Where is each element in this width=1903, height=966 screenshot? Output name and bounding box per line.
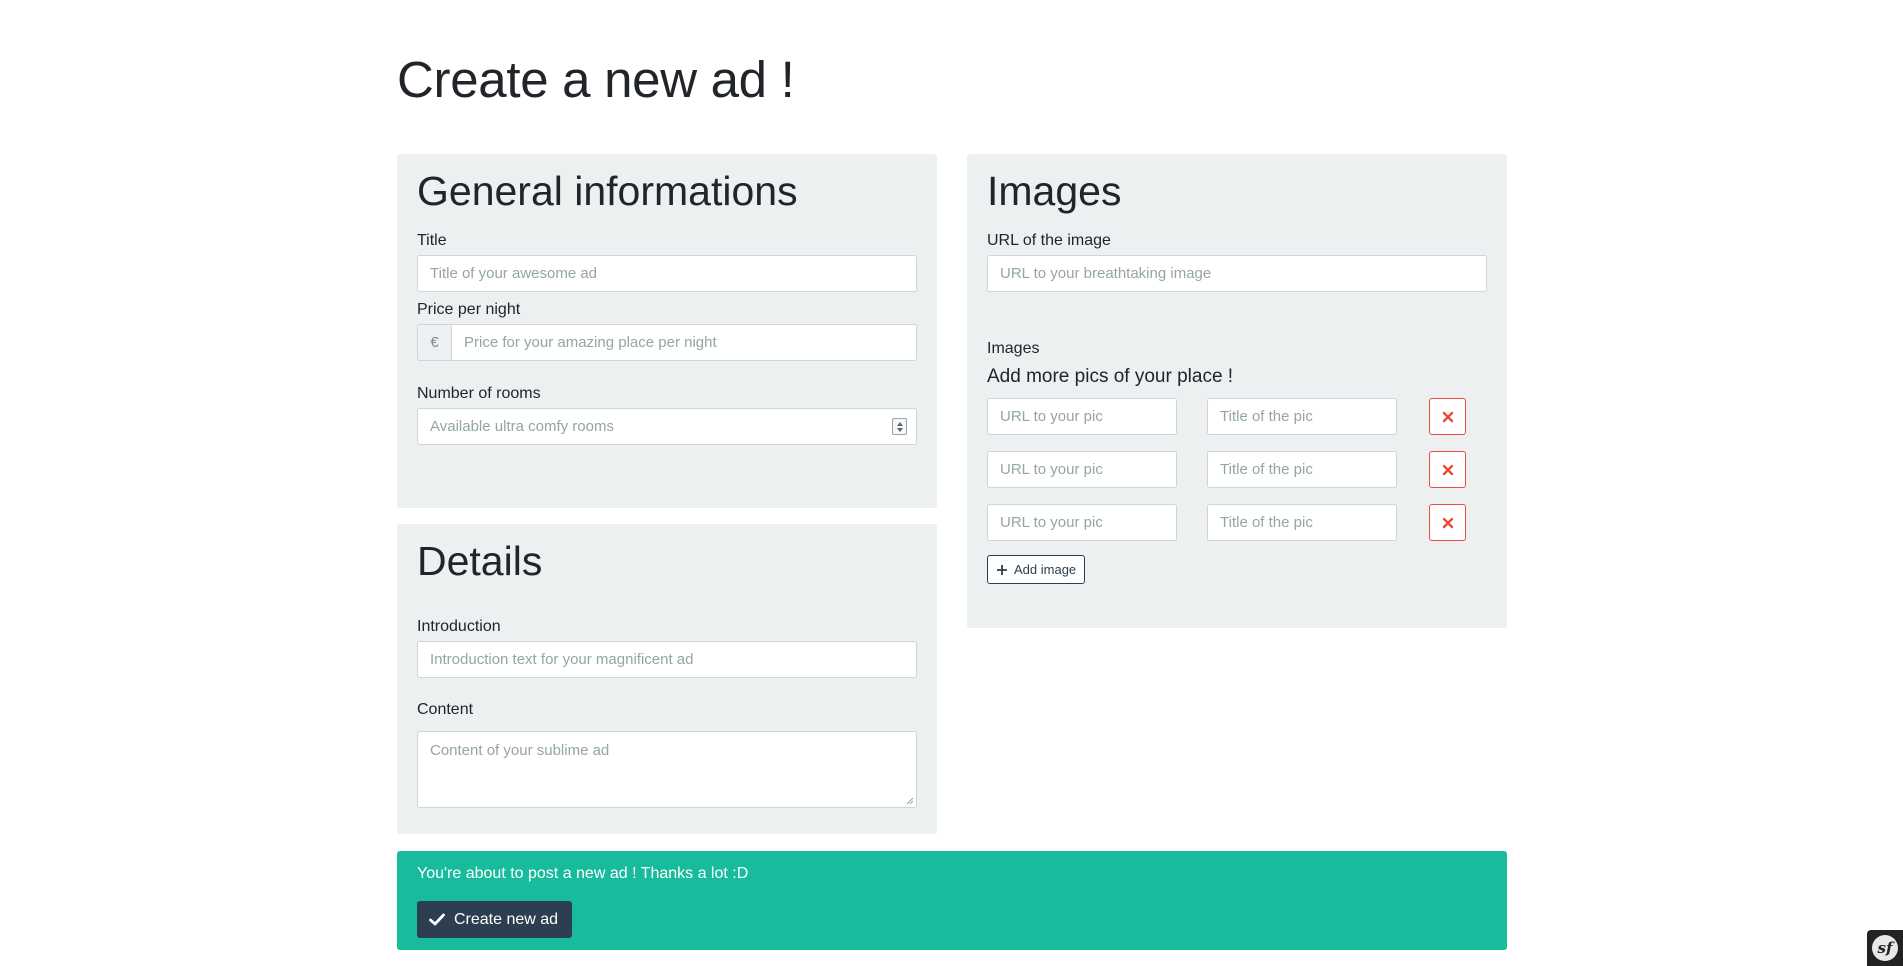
create-new-ad-button[interactable]: Create new ad xyxy=(417,901,573,938)
resize-grip-icon[interactable] xyxy=(906,797,914,805)
submit-alert: You're about to post a new ad ! Thanks a… xyxy=(397,851,1507,950)
details-heading: Details xyxy=(417,538,543,584)
content-field xyxy=(417,731,917,808)
plus-icon xyxy=(997,564,1007,575)
title-label: Title xyxy=(417,232,447,249)
images-heading: Images xyxy=(987,168,1122,214)
close-icon xyxy=(1442,464,1453,475)
cover-image-label: URL of the image xyxy=(987,232,1111,249)
image-row xyxy=(987,398,1467,435)
rooms-field xyxy=(417,408,917,445)
image-row xyxy=(987,451,1467,488)
close-icon xyxy=(1442,411,1453,422)
image-caption-input[interactable] xyxy=(1207,451,1397,488)
symfony-logo-icon: sf xyxy=(1872,935,1898,961)
euro-addon: € xyxy=(417,324,451,361)
image-caption-input[interactable] xyxy=(1207,398,1397,435)
title-input[interactable] xyxy=(417,255,917,292)
rooms-label: Number of rooms xyxy=(417,385,541,402)
price-input[interactable] xyxy=(451,324,917,361)
images-collection-label: Images xyxy=(987,340,1040,357)
image-url-input[interactable] xyxy=(987,451,1177,488)
alert-message: You're about to post a new ad ! Thanks a… xyxy=(417,865,749,882)
image-caption-input[interactable] xyxy=(1207,504,1397,541)
details-panel: Details Introduction Content xyxy=(397,524,937,834)
image-url-input[interactable] xyxy=(987,504,1177,541)
price-label: Price per night xyxy=(417,301,521,318)
delete-image-button[interactable] xyxy=(1429,451,1466,488)
add-image-label: Add image xyxy=(1014,562,1077,577)
delete-image-button[interactable] xyxy=(1429,504,1466,541)
general-informations-heading: General informations xyxy=(417,168,798,214)
image-url-input[interactable] xyxy=(987,398,1177,435)
general-informations-panel: General informations Title Price per nig… xyxy=(397,154,937,508)
image-row xyxy=(987,504,1467,541)
images-panel: Images URL of the image Images Add more … xyxy=(967,154,1507,628)
introduction-label: Introduction xyxy=(417,618,501,635)
check-icon xyxy=(429,913,445,926)
page-title: Create a new ad ! xyxy=(397,51,795,108)
rooms-input[interactable] xyxy=(417,408,917,445)
introduction-input[interactable] xyxy=(417,641,917,678)
rooms-spinner-icon[interactable] xyxy=(892,418,907,435)
add-more-pics-title: Add more pics of your place ! xyxy=(987,366,1234,387)
symfony-toolbar-toggle[interactable]: sf xyxy=(1867,930,1903,966)
add-image-button[interactable]: Add image xyxy=(987,555,1086,584)
create-new-ad-label: Create new ad xyxy=(454,910,559,928)
delete-image-button[interactable] xyxy=(1429,398,1466,435)
content-label: Content xyxy=(417,701,474,718)
close-icon xyxy=(1442,517,1453,528)
price-input-group: € xyxy=(417,324,917,361)
content-textarea[interactable] xyxy=(417,731,917,808)
cover-image-input[interactable] xyxy=(987,255,1487,292)
